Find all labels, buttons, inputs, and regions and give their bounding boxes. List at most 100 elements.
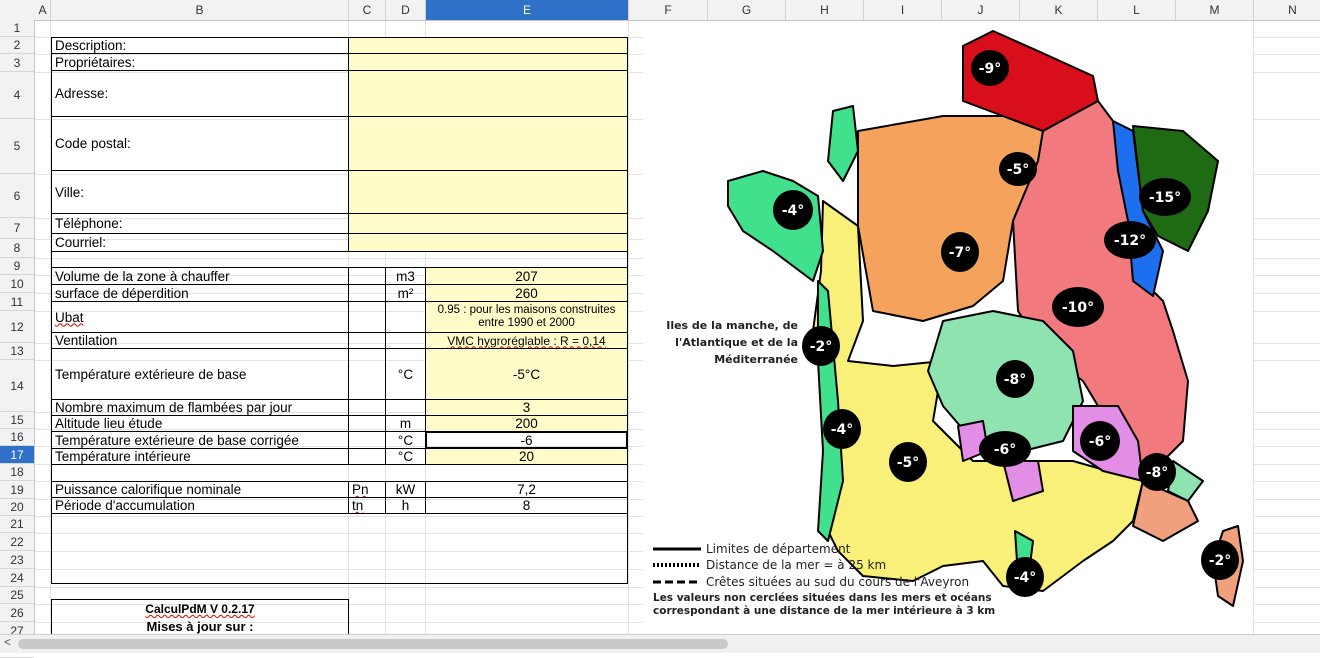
column-header-i[interactable]: I [864, 0, 942, 20]
cell-c8-e8[interactable] [348, 233, 628, 252]
cell-e10[interactable]: 207 [425, 267, 628, 285]
cell-d18[interactable]: °C [385, 448, 426, 465]
cell-b13[interactable]: Ventilation [51, 332, 349, 349]
cell-e14[interactable]: -5°C [425, 348, 628, 400]
row-header-17[interactable]: 17 [0, 446, 34, 464]
cell-b16[interactable]: Altitude lieu étude [51, 415, 349, 432]
cell-e13[interactable]: VMC hygroréglable : R = 0,14 [425, 332, 628, 349]
cell-rows-22-25[interactable] [51, 513, 628, 584]
row-header-25[interactable]: 25 [0, 587, 34, 604]
row-header-16[interactable]: 16 [0, 429, 34, 446]
cell-b8[interactable]: Courriel: [51, 233, 349, 252]
column-header-a[interactable]: A [35, 0, 51, 20]
cell-d21[interactable]: h [385, 497, 426, 514]
cell-b3[interactable]: Propriétaires: [51, 53, 349, 71]
horizontal-scrollbar[interactable]: < [0, 634, 1320, 653]
cell-c16[interactable] [348, 415, 386, 432]
column-header-n[interactable]: N [1254, 0, 1320, 20]
cell-c5-e5[interactable] [348, 116, 628, 171]
cell-b15[interactable]: Nombre maximum de flambées par jour [51, 399, 349, 416]
cell-e11[interactable]: 260 [425, 284, 628, 302]
row-header-2[interactable]: 2 [0, 37, 34, 54]
row-header-4[interactable]: 4 [0, 72, 34, 119]
cell-d15[interactable] [385, 399, 426, 416]
cell-b17[interactable]: Température extérieure de base corrigée [51, 431, 349, 449]
cell-c12[interactable] [348, 301, 386, 333]
cell-d17[interactable]: °C [385, 431, 426, 449]
row-header-1[interactable]: 1 [0, 20, 34, 37]
france-temperature-map[interactable]: -9° -5° -15° -4° -7° -12° -10° -2° -8° -… [643, 21, 1253, 634]
row-header-15[interactable]: 15 [0, 412, 34, 429]
row-header-8[interactable]: 8 [0, 239, 34, 258]
row-header-7[interactable]: 7 [0, 218, 34, 239]
column-header-c[interactable]: C [349, 0, 386, 20]
cell-b2[interactable]: Description: [51, 37, 349, 54]
row-header-13[interactable]: 13 [0, 343, 34, 360]
cell-c15[interactable] [348, 399, 386, 416]
row-header-18[interactable]: 18 [0, 464, 34, 481]
cell-d10[interactable]: m3 [385, 267, 426, 285]
cell-c7-e7[interactable] [348, 213, 628, 234]
cell-b18[interactable]: Température intérieure [51, 448, 349, 465]
scroll-left-icon[interactable]: < [4, 635, 11, 649]
cell-b14[interactable]: Température extérieure de base [51, 348, 349, 400]
cell-c13[interactable] [348, 332, 386, 349]
cell-d20[interactable]: kW [385, 481, 426, 498]
cell-e16[interactable]: 200 [425, 415, 628, 432]
column-header-m[interactable]: M [1176, 0, 1254, 20]
row-header-22[interactable]: 22 [0, 533, 34, 551]
column-header-l[interactable]: L [1098, 0, 1176, 20]
cell-c4-e4[interactable] [348, 70, 628, 117]
column-header-b[interactable]: B [51, 0, 349, 20]
cell-b27[interactable]: CalculPdM V 0.2.17 [51, 600, 349, 618]
cell-c17[interactable] [348, 431, 386, 449]
cell-row-19[interactable] [51, 464, 628, 482]
row-header-6[interactable]: 6 [0, 174, 34, 218]
row-header-20[interactable]: 20 [0, 499, 34, 516]
cell-c21[interactable]: tn [348, 497, 386, 514]
row-header-11[interactable]: 11 [0, 293, 34, 311]
column-header-e[interactable]: E [426, 0, 629, 20]
column-header-k[interactable]: K [1020, 0, 1098, 20]
cell-e15[interactable]: 3 [425, 399, 628, 416]
row-header-26[interactable]: 26 [0, 604, 34, 622]
row-header-24[interactable]: 24 [0, 569, 34, 587]
row-header-12[interactable]: 12 [0, 311, 34, 343]
cell-d13[interactable] [385, 332, 426, 349]
cell-d16[interactable]: m [385, 415, 426, 432]
cell-b12[interactable]: Ubat [51, 301, 349, 333]
cell-b6[interactable]: Ville: [51, 170, 349, 214]
column-header-j[interactable]: J [942, 0, 1020, 20]
cell-c3-e3[interactable] [348, 53, 628, 71]
cell-b20[interactable]: Puissance calorifique nominale [51, 481, 349, 498]
row-header-19[interactable]: 19 [0, 481, 34, 499]
cell-c11[interactable] [348, 284, 386, 302]
cell-b7[interactable]: Téléphone: [51, 213, 349, 234]
cell-b11[interactable]: surface de déperdition [51, 284, 349, 302]
cell-c20[interactable]: Pn [348, 481, 386, 498]
cell-d14[interactable]: °C [385, 348, 426, 400]
row-header-5[interactable]: 5 [0, 119, 34, 174]
column-header-f[interactable]: F [629, 0, 708, 20]
row-header-23[interactable]: 23 [0, 551, 34, 569]
column-header-g[interactable]: G [708, 0, 786, 20]
cell-b28[interactable]: Mises à jour sur : [51, 617, 349, 634]
column-header-h[interactable]: H [786, 0, 864, 20]
row-header-14[interactable]: 14 [0, 360, 34, 412]
cell-b10[interactable]: Volume de la zone à chauffer [51, 267, 349, 285]
cell-b5[interactable]: Code postal: [51, 116, 349, 171]
cell-row-9[interactable] [51, 251, 628, 268]
row-header-9[interactable]: 9 [0, 258, 34, 275]
cell-c2-e2[interactable] [348, 37, 628, 54]
cell-c6-e6[interactable] [348, 170, 628, 214]
cell-b21[interactable]: Période d'accumulation [51, 497, 349, 514]
cell-c14[interactable] [348, 348, 386, 400]
cell-c10[interactable] [348, 267, 386, 285]
column-header-d[interactable]: D [386, 0, 426, 20]
cell-e20[interactable]: 7,2 [425, 481, 628, 498]
cell-e12[interactable]: 0.95 : pour les maisons construites entr… [425, 301, 628, 333]
scrollbar-thumb[interactable] [18, 639, 728, 649]
cell-e21[interactable]: 8 [425, 497, 628, 514]
row-header-3[interactable]: 3 [0, 54, 34, 72]
cell-c18[interactable] [348, 448, 386, 465]
